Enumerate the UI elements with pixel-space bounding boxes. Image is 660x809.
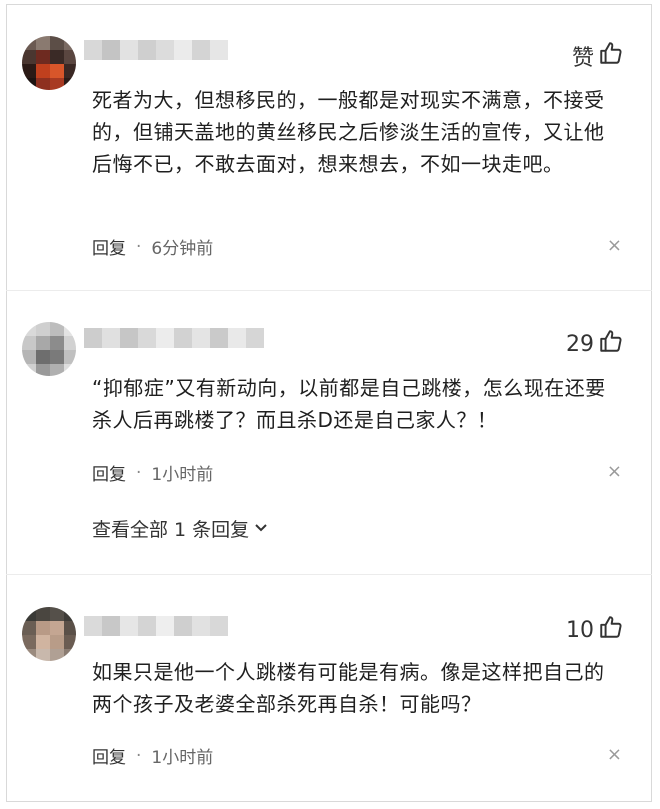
separator: · <box>136 745 142 766</box>
thumbs-up-icon <box>598 614 624 646</box>
like-count: 赞 <box>571 46 594 71</box>
like-button[interactable]: 29 <box>566 328 624 360</box>
divider <box>6 290 652 291</box>
like-count: 10 <box>566 617 594 643</box>
reply-button[interactable]: 回复 <box>92 234 126 259</box>
view-all-replies-link[interactable]: 查看全部 1 条回复 <box>92 515 269 542</box>
like-count: 29 <box>566 331 594 357</box>
comment-meta: 回复 · 1小时前 <box>92 460 214 486</box>
separator: · <box>136 462 142 483</box>
username-blurred[interactable] <box>84 328 264 348</box>
timestamp: 6分钟前 <box>151 239 214 259</box>
avatar[interactable] <box>22 322 76 376</box>
reply-button[interactable]: 回复 <box>92 460 126 485</box>
reply-button[interactable]: 回复 <box>92 743 126 768</box>
divider <box>6 574 652 575</box>
close-icon[interactable]: × <box>607 235 622 256</box>
comment-meta: 回复 · 1小时前 <box>92 743 214 769</box>
view-all-replies-label: 查看全部 1 条回复 <box>92 519 250 541</box>
like-button[interactable]: 赞 <box>572 40 624 72</box>
username-blurred[interactable] <box>84 616 228 636</box>
thumbs-up-icon <box>598 40 624 72</box>
timestamp: 1小时前 <box>151 748 214 768</box>
comment-text: 死者为大，但想移民的，一般都是对现实不满意，不接受的，但铺天盖地的黄丝移民之后惨… <box>92 88 605 176</box>
username-blurred[interactable] <box>84 40 228 60</box>
comment-text: 如果只是他一个人跳楼有可能是有病。像是这样把自己的两个孩子及老婆全部杀死再自杀！… <box>92 660 605 716</box>
like-button[interactable]: 10 <box>566 614 624 646</box>
thumbs-up-icon <box>598 328 624 360</box>
close-icon[interactable]: × <box>607 461 622 482</box>
avatar[interactable] <box>22 36 76 90</box>
close-icon[interactable]: × <box>607 744 622 765</box>
comment-meta: 回复 · 6分钟前 <box>92 234 214 260</box>
comment-text: “抑郁症”又有新动向，以前都是自己跳楼，怎么现在还要杀人后再跳楼了？而且杀D还是… <box>92 376 606 432</box>
timestamp: 1小时前 <box>151 465 214 485</box>
separator: · <box>136 236 142 257</box>
avatar[interactable] <box>22 607 76 661</box>
chevron-down-icon <box>253 518 269 540</box>
